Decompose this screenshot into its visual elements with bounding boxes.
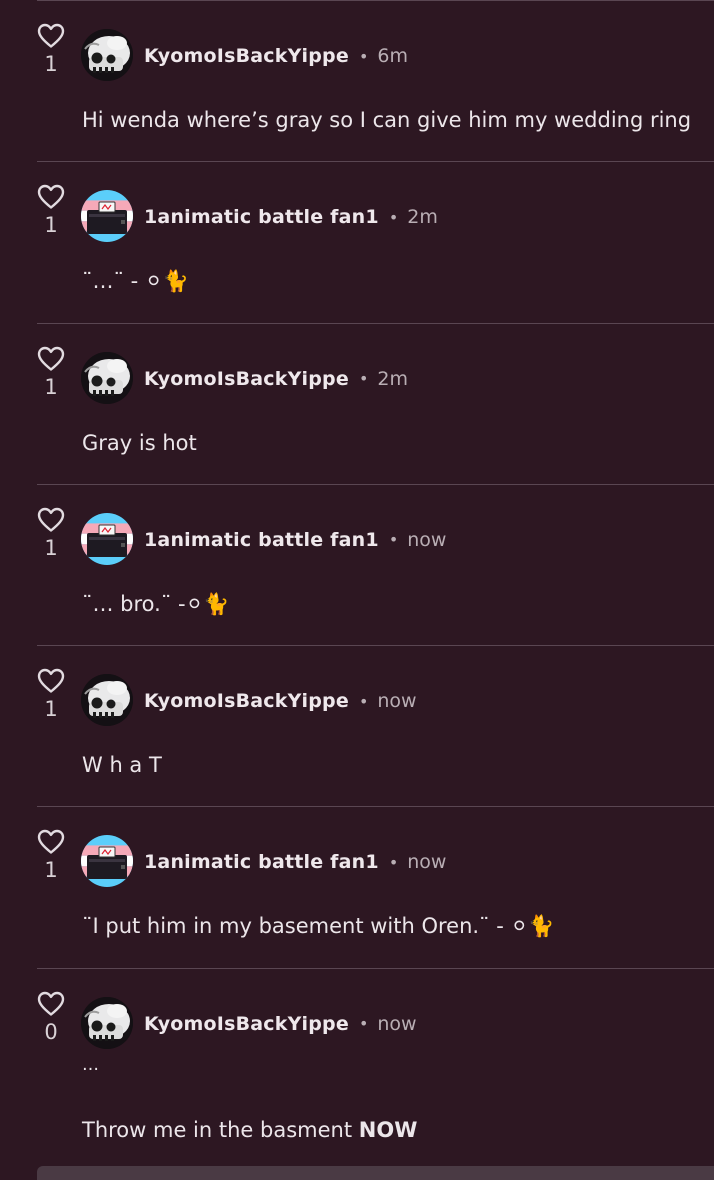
like-control: 0 <box>37 991 65 1045</box>
tv-flag-avatar-icon[interactable] <box>81 512 133 565</box>
comment-meta: KyomoIsBackYippe • now <box>144 1009 417 1039</box>
timestamp: now <box>407 528 447 551</box>
separator-dot: • <box>358 691 369 711</box>
comment-meta: 1animatic battle fan1 • 2m <box>144 202 438 232</box>
skull-avatar-icon[interactable] <box>81 996 133 1049</box>
heart-icon[interactable] <box>37 668 65 694</box>
like-count: 1 <box>44 697 58 722</box>
author-name[interactable]: 1animatic battle fan1 <box>144 206 379 228</box>
like-control: 1 <box>37 507 65 561</box>
like-count: 0 <box>44 1019 58 1044</box>
timestamp: 2m <box>407 206 438 229</box>
like-control: 1 <box>37 668 65 722</box>
author-name[interactable]: KyomoIsBackYippe <box>144 45 349 67</box>
like-control: 1 <box>37 184 65 238</box>
comment-feed: 1 KyomoIsBackYippe • 6m Hi wenda where’s… <box>0 0 714 1173</box>
skull-avatar-icon[interactable] <box>81 29 133 81</box>
heart-icon[interactable] <box>37 346 65 372</box>
comment-item: 1 KyomoIsBackYippe • now W h a T <box>37 645 714 806</box>
comment-text: Hi wenda where’s gray so I can give him … <box>82 108 692 132</box>
tv-flag-avatar-icon[interactable] <box>81 190 133 243</box>
separator-dot: • <box>388 852 399 872</box>
separator-dot: • <box>388 207 399 227</box>
timestamp: now <box>407 851 447 874</box>
comment-text: ¨I put him in my basement with Oren.¨ - … <box>82 914 555 939</box>
comment-item: 1 KyomoIsBackYippe • 6m Hi wenda where’s… <box>37 0 714 161</box>
comment-meta: 1animatic battle fan1 • now <box>144 847 446 877</box>
like-control: 1 <box>37 829 65 883</box>
like-control: 1 <box>37 23 65 77</box>
heart-icon[interactable] <box>37 507 65 533</box>
heart-icon[interactable] <box>37 23 65 49</box>
comment-text: ¨… bro.¨ -⚪🐈 <box>82 591 230 616</box>
comment-text: W h a T <box>82 753 162 778</box>
comment-text-prefix: Throw me in the basment <box>82 1117 359 1142</box>
skull-avatar-icon[interactable] <box>81 674 133 727</box>
separator-dot: • <box>388 530 399 550</box>
tv-flag-avatar-icon[interactable] <box>81 835 133 888</box>
timestamp: 2m <box>377 367 408 390</box>
heart-icon[interactable] <box>37 184 65 210</box>
comment-text-bold: NOW <box>358 1117 418 1142</box>
comment-item: 0 KyomoIsBackYippe • now … Throw me in t… <box>37 967 714 1173</box>
comment-text: ¨…¨ - ⚪🐈 <box>82 269 189 294</box>
like-control: 1 <box>37 346 65 400</box>
comment-item: 1 KyomoIsBackYippe • 2m Gray is hot <box>37 322 714 484</box>
timestamp: now <box>377 1012 417 1035</box>
comment-item: 1 1animatic battle fan1 • 2m ¨…¨ - ⚪🐈 <box>37 161 714 322</box>
author-name[interactable]: 1animatic battle fan1 <box>144 529 379 551</box>
author-name[interactable]: 1animatic battle fan1 <box>144 851 379 873</box>
comment-text: Throw me in the basment NOW <box>82 1115 417 1145</box>
separator-dot: • <box>358 46 369 66</box>
like-count: 1 <box>44 374 58 399</box>
comment-item: 1 1animatic battle fan1 • now ¨… bro.¨ -… <box>37 483 714 645</box>
comment-text-line: … <box>82 1054 99 1075</box>
comment-text: Gray is hot <box>82 430 197 455</box>
comment-meta: KyomoIsBackYippe • 2m <box>144 364 408 394</box>
like-count: 1 <box>44 858 58 883</box>
like-count: 1 <box>44 535 58 560</box>
timestamp: now <box>377 690 417 713</box>
separator-dot: • <box>358 369 369 389</box>
skull-avatar-icon[interactable] <box>81 351 133 404</box>
comment-item: 1 1animatic battle fan1 • now ¨I put him… <box>37 806 714 967</box>
author-name[interactable]: KyomoIsBackYippe <box>144 690 349 712</box>
comment-meta: KyomoIsBackYippe • now <box>144 686 417 716</box>
timestamp: 6m <box>377 45 408 67</box>
author-name[interactable]: KyomoIsBackYippe <box>144 368 349 390</box>
bottom-panel-edge <box>37 1166 714 1180</box>
like-count: 1 <box>44 213 58 238</box>
separator-dot: • <box>358 1014 369 1034</box>
heart-icon[interactable] <box>37 829 65 855</box>
author-name[interactable]: KyomoIsBackYippe <box>144 1013 349 1035</box>
like-count: 1 <box>44 52 58 76</box>
comment-meta: 1animatic battle fan1 • now <box>144 525 446 555</box>
heart-icon[interactable] <box>37 991 65 1017</box>
comment-meta: KyomoIsBackYippe • 6m <box>144 41 408 71</box>
